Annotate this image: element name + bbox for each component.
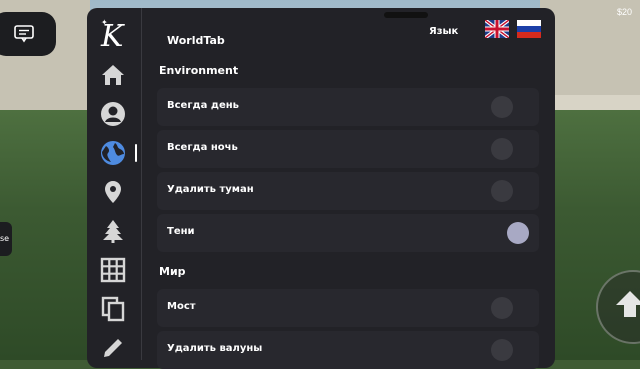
user-icon[interactable] [100, 101, 126, 127]
setting-row-remove-fog[interactable]: Удалить туман [157, 172, 539, 210]
toggle-switch[interactable] [491, 297, 513, 319]
setting-label: Мост [167, 301, 196, 312]
active-nav-indicator [135, 144, 137, 162]
toggle-switch[interactable] [491, 339, 513, 361]
money-display: $20 [616, 7, 632, 17]
section-title-world: Мир [159, 265, 186, 278]
tab-title: WorldTab [167, 34, 225, 47]
toggle-switch[interactable] [491, 96, 513, 118]
setting-row-always-night[interactable]: Всегда ночь [157, 130, 539, 168]
toggle-switch[interactable] [507, 222, 529, 244]
app-logo: K [101, 19, 124, 54]
setting-label: Удалить валуны [167, 343, 263, 354]
toggle-switch[interactable] [491, 138, 513, 160]
globe-icon[interactable] [100, 140, 126, 166]
setting-label: Удалить туман [167, 184, 254, 195]
setting-row-always-day[interactable]: Всегда день [157, 88, 539, 126]
setting-row-remove-boulders[interactable]: Удалить валуны [157, 331, 539, 369]
tree-icon[interactable] [100, 218, 126, 244]
setting-label: Тени [167, 226, 195, 237]
left-side-tab[interactable]: se [0, 222, 12, 256]
chat-icon [14, 25, 34, 43]
ru-flag-icon[interactable] [517, 20, 541, 38]
setting-label: Всегда ночь [167, 142, 238, 153]
pencil-icon[interactable] [100, 335, 126, 361]
language-label: Язык [429, 26, 459, 37]
grid-icon[interactable] [100, 257, 126, 283]
setting-row-bridge[interactable]: Мост [157, 289, 539, 327]
home-icon[interactable] [100, 62, 126, 88]
setting-row-shadows[interactable]: Тени [157, 214, 539, 252]
sidebar: ✦ K [87, 8, 142, 360]
left-side-tab-label: se [0, 234, 10, 243]
location-pin-icon[interactable] [100, 179, 126, 205]
chat-button[interactable] [0, 12, 56, 56]
section-title-environment: Environment [159, 64, 239, 77]
world-tab-panel: ✦ K WorldTab Язык Environment Всегда ден… [87, 8, 555, 369]
uk-flag-icon[interactable] [483, 18, 511, 40]
setting-label: Всегда день [167, 100, 239, 111]
arrow-up-icon [616, 291, 640, 317]
tab-content: WorldTab Язык Environment Всегда день Вс… [149, 8, 549, 369]
toggle-switch[interactable] [491, 180, 513, 202]
copy-icon[interactable] [100, 296, 126, 322]
